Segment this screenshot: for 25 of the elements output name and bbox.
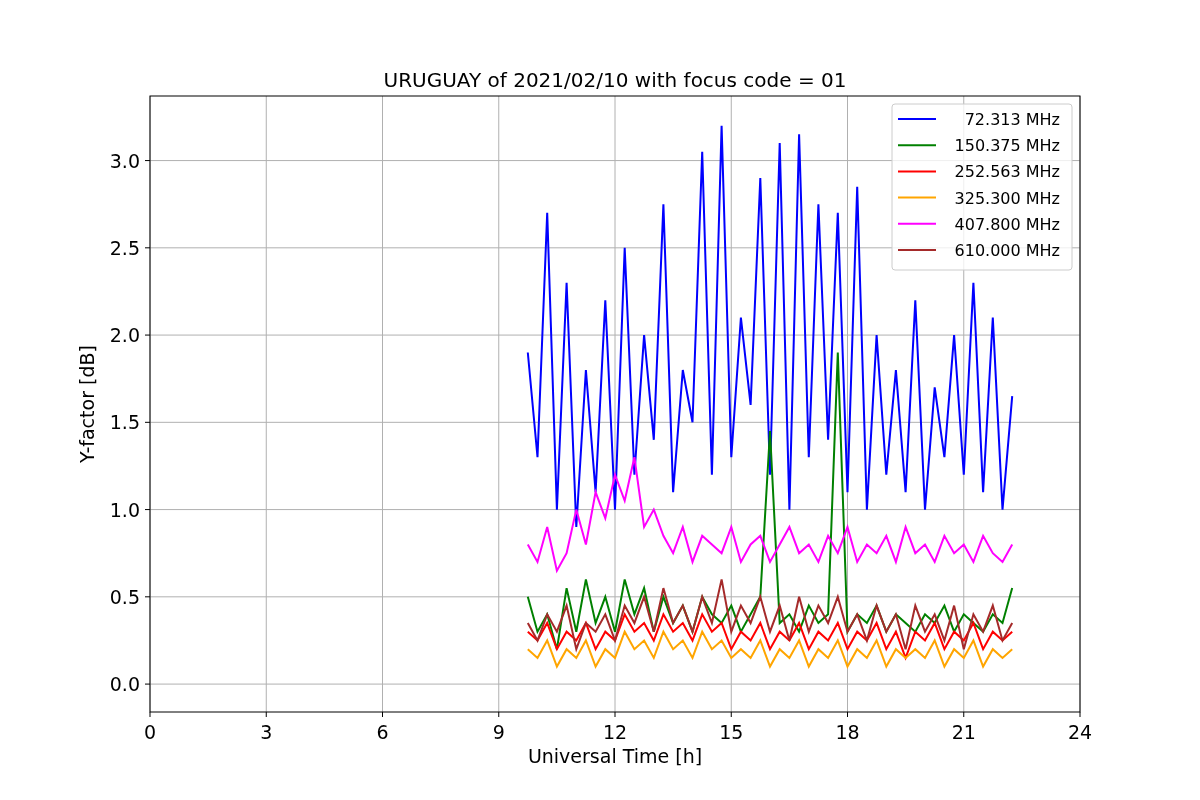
legend-label: 150.375 MHz: [954, 136, 1060, 156]
tick-label: 3: [260, 721, 273, 743]
legend-label: 407.800 MHz: [954, 214, 1060, 234]
tick-label: 2.0: [109, 324, 140, 347]
chart-title: URUGUAY of 2021/02/10 with focus code = 01: [383, 68, 847, 92]
tick-label: 1.5: [109, 411, 140, 434]
tick-label: 15: [719, 721, 744, 743]
tick-label: 24: [1067, 721, 1093, 743]
tick-label: 6: [376, 721, 389, 743]
tick-label: 0: [143, 721, 157, 743]
legend-label: 72.313 MHz: [964, 110, 1060, 129]
tick-label: 2.5: [109, 236, 140, 259]
tick-label: 0.0: [109, 673, 140, 696]
y-axis-label: Y-factor [dB]: [76, 345, 98, 463]
tick-label: 21: [951, 721, 976, 743]
legend-label: 325.300 MHz: [954, 188, 1060, 208]
tick-label: 1.0: [109, 498, 140, 521]
legend-label: 610.000 MHz: [954, 241, 1060, 260]
tick-label: 12: [602, 721, 628, 743]
tick-label: 18: [835, 721, 860, 743]
tick-label: 3.0: [109, 149, 140, 172]
tick-label: 9: [492, 721, 505, 743]
legend-label: 252.563 MHz: [954, 162, 1060, 182]
tick-label: 0.5: [109, 585, 140, 608]
x-axis-label: Universal Time [h]: [527, 745, 703, 767]
